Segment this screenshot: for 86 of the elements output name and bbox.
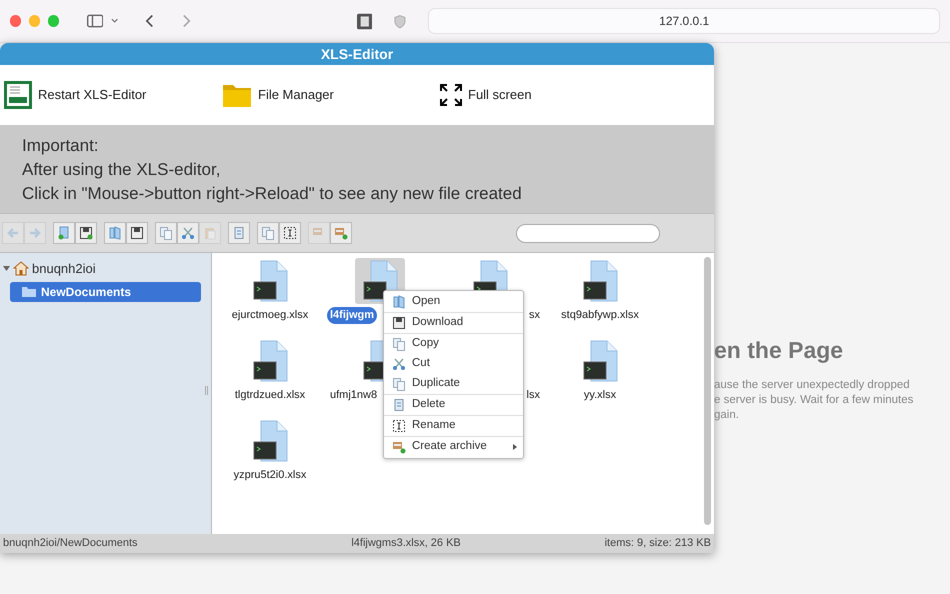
archive-icon [334, 226, 348, 240]
download-tool-button[interactable] [126, 222, 148, 244]
cut-icon [392, 357, 406, 371]
open-icon [392, 295, 406, 309]
delete-icon [392, 398, 406, 412]
copy-icon [159, 226, 173, 240]
close-window-icon[interactable] [10, 15, 21, 27]
tree-item[interactable]: bnuqnh2ioi [32, 259, 96, 278]
back-icon[interactable] [144, 14, 154, 28]
menu-item[interactable]: Open [384, 292, 523, 312]
archive-tool-button[interactable] [330, 222, 352, 244]
download-icon [130, 226, 144, 240]
status-path: bnuqnh2ioi/NewDocuments [3, 536, 138, 552]
notice-text: Click in "Mouse->button right->Reload" to see any new file created [22, 183, 523, 205]
menu-item[interactable]: Delete [384, 395, 523, 415]
save-tool-button[interactable] [75, 222, 97, 244]
action-button[interactable]: File Manager [218, 82, 436, 108]
folder-icon [22, 286, 36, 297]
forward-icon[interactable] [182, 14, 191, 28]
menu-item[interactable]: Download [384, 313, 523, 333]
maximize-window-icon[interactable] [48, 15, 59, 27]
file-name[interactable]: lsx [524, 387, 543, 404]
file-name[interactable]: sx [526, 307, 543, 324]
notice-text: Important: [22, 135, 100, 157]
rename-icon [392, 419, 406, 433]
forward-icon [28, 226, 42, 240]
status-selection: l4fijwgms3.xlsx, 26 KB [351, 536, 461, 552]
resize-handle-icon[interactable] [205, 386, 208, 395]
search-field[interactable] [516, 224, 660, 242]
delete-icon [232, 226, 246, 240]
fullscreen-icon [440, 84, 462, 106]
page-icon[interactable] [356, 12, 372, 30]
minimize-window-icon[interactable] [28, 15, 40, 27]
spreadsheet-icon [4, 81, 32, 109]
cut-icon [181, 226, 195, 240]
rename-tool-button[interactable] [279, 222, 301, 244]
action-button[interactable]: Restart XLS-Editor [0, 81, 218, 109]
spreadsheet-file-icon [252, 420, 288, 462]
page-text: ause the server unexpectedly dropped [714, 378, 911, 392]
upload-icon [57, 226, 71, 240]
cut-tool-button[interactable] [177, 222, 199, 244]
file-name[interactable]: stq9abfywp.xlsx [558, 307, 642, 324]
menu-item[interactable]: Create archive [384, 437, 523, 457]
file-name[interactable]: yy.xlsx [580, 387, 620, 404]
submenu-arrow-icon [513, 444, 517, 450]
address-field[interactable]: 127.0.0.1 [428, 8, 940, 34]
chevron-down-icon[interactable] [111, 18, 119, 24]
spreadsheet-file-icon [582, 260, 618, 302]
rename-icon [283, 226, 297, 240]
file-name[interactable]: l4fijwgm [327, 307, 378, 324]
action-button[interactable]: Full screen [436, 84, 654, 106]
window-title: XLS-Editor [0, 43, 714, 65]
menu-item[interactable]: Cut [384, 354, 523, 374]
file-name[interactable]: yzpru5t2i0.xlsx [230, 467, 310, 484]
back-icon [6, 226, 20, 240]
folder-icon [222, 82, 252, 108]
copy-tool-button[interactable] [155, 222, 177, 244]
file-name[interactable]: ejurctmoeg.xlsx [228, 307, 312, 324]
shield-icon[interactable] [394, 14, 406, 28]
archive-icon [392, 440, 406, 454]
spreadsheet-file-icon [252, 340, 288, 382]
duplicate-icon [261, 226, 275, 240]
page-text: gain. [714, 408, 740, 422]
home-icon [13, 261, 29, 276]
menu-item[interactable]: Rename [384, 416, 523, 436]
expand-caret-icon[interactable] [3, 265, 10, 272]
duplicate-icon [392, 377, 406, 391]
sidebar-icon[interactable] [86, 14, 104, 28]
spreadsheet-file-icon [582, 340, 618, 382]
open-icon [108, 226, 122, 240]
tree-item[interactable]: NewDocuments [10, 282, 201, 302]
menu-item[interactable]: Copy [384, 334, 523, 354]
copy-icon [392, 337, 406, 351]
page-text: e server is busy. Wait for a few minutes [714, 392, 914, 408]
download-icon [392, 316, 406, 330]
save-icon [79, 226, 93, 240]
scrollbar[interactable] [704, 257, 711, 525]
paste-icon [203, 226, 217, 240]
notice-text: After using the XLS-editor, [22, 159, 222, 181]
file-name[interactable]: tlgtrdzued.xlsx [232, 387, 308, 404]
delete-tool-button[interactable] [228, 222, 250, 244]
status-summary: items: 9, size: 213 KB [604, 536, 711, 552]
page-heading: en the Page [714, 336, 844, 365]
file-name[interactable]: ufmj1nw8 [327, 387, 380, 404]
spreadsheet-file-icon [252, 260, 288, 302]
menu-item[interactable]: Duplicate [384, 374, 523, 394]
